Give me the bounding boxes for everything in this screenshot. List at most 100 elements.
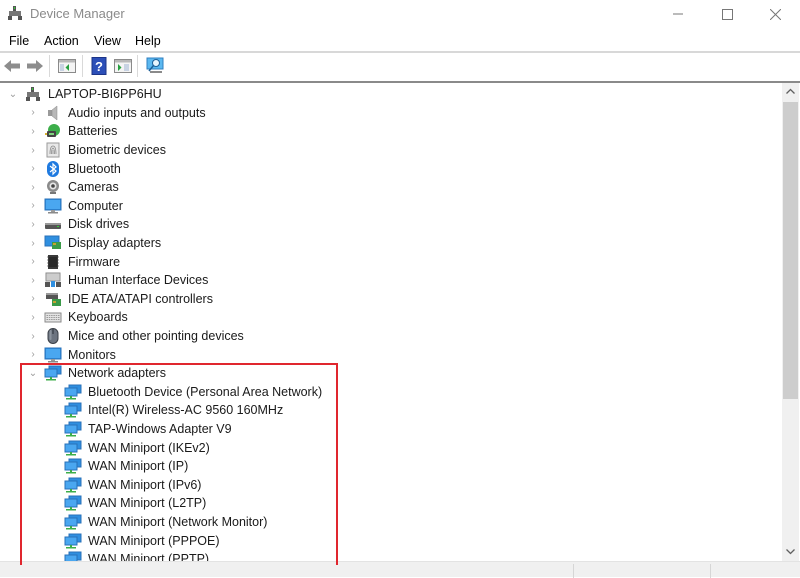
- scroll-up-button[interactable]: [782, 83, 799, 100]
- tree-category-label: Biometric devices: [68, 143, 166, 158]
- chevron-right-icon[interactable]: ›: [28, 107, 38, 118]
- tree-category[interactable]: › Computer: [28, 197, 123, 216]
- chevron-down-icon[interactable]: ⌄: [28, 368, 38, 379]
- network-adapter-label: Bluetooth Device (Personal Area Network): [88, 384, 323, 399]
- maximize-button[interactable]: [704, 0, 750, 28]
- action-pane-icon[interactable]: [113, 56, 133, 76]
- tree-root[interactable]: ⌄ LAPTOP-BI6PP6HU: [8, 85, 162, 104]
- chevron-right-icon[interactable]: ›: [28, 331, 38, 342]
- title-bar: Device Manager: [0, 0, 800, 28]
- network-adapter-icon: [64, 533, 82, 549]
- tree-category[interactable]: › Batteries: [28, 122, 117, 141]
- network-adapter-item[interactable]: WAN Miniport (L2TP): [64, 494, 206, 513]
- tree-category[interactable]: › IDE ATA/ATAPI controllers: [28, 290, 213, 309]
- network-adapter-icon: [64, 440, 82, 456]
- scan-hardware-icon[interactable]: [145, 56, 165, 76]
- disk-drive-icon: [45, 223, 61, 230]
- close-button[interactable]: [752, 0, 798, 28]
- vertical-scrollbar[interactable]: [782, 83, 799, 561]
- tree-category-label: Human Interface Devices: [68, 273, 209, 288]
- network-adapter-item[interactable]: Bluetooth Device (Personal Area Network): [64, 383, 322, 402]
- tree-category[interactable]: › Monitors: [28, 345, 116, 364]
- network-adapter-label: WAN Miniport (IKEv2): [88, 440, 210, 455]
- tree-category[interactable]: › Display adapters: [28, 234, 161, 253]
- status-separator: [710, 564, 711, 578]
- chevron-down-icon[interactable]: ⌄: [8, 89, 18, 100]
- tree-category-label: IDE ATA/ATAPI controllers: [68, 291, 213, 306]
- menu-action[interactable]: Action: [44, 34, 79, 48]
- back-arrow-icon[interactable]: [2, 56, 22, 76]
- tree-category-label: Monitors: [68, 347, 116, 362]
- tree-category[interactable]: › Mice and other pointing devices: [28, 327, 244, 346]
- chevron-right-icon[interactable]: ›: [28, 163, 38, 174]
- hid-icon: [45, 272, 61, 288]
- network-adapter-icon: [64, 551, 82, 561]
- network-adapter-icon: [64, 458, 82, 474]
- minimize-button[interactable]: [655, 0, 701, 28]
- menu-help[interactable]: Help: [135, 34, 161, 48]
- device-tree: ⌄ LAPTOP-BI6PP6HU › Audio inputs and outp…: [1, 83, 742, 561]
- tree-category-label: Display adapters: [68, 236, 162, 251]
- tree-category-label: Disk drives: [68, 217, 130, 232]
- chevron-right-icon[interactable]: ›: [28, 312, 38, 323]
- computer-icon: [44, 198, 62, 214]
- scroll-thumb[interactable]: [783, 102, 798, 399]
- network-adapter-item[interactable]: WAN Miniport (PPPOE): [64, 531, 220, 550]
- network-adapter-item[interactable]: WAN Miniport (IKEv2): [64, 438, 210, 457]
- network-adapter-item[interactable]: WAN Miniport (IP): [64, 457, 188, 476]
- battery-icon: [45, 124, 60, 138]
- network-adapter-item[interactable]: Intel(R) Wireless-AC 9560 160MHz: [64, 401, 283, 420]
- tree-category-label: Bluetooth: [68, 161, 121, 176]
- tree-category[interactable]: › Biometric devices: [28, 141, 166, 160]
- display-adapter-icon: [44, 235, 61, 250]
- chevron-right-icon[interactable]: ›: [28, 349, 38, 360]
- fingerprint-icon: [46, 142, 60, 158]
- network-adapter-icon: [64, 384, 82, 400]
- tree-category[interactable]: › Firmware: [28, 252, 120, 271]
- tree-category[interactable]: › Human Interface Devices: [28, 271, 208, 290]
- network-adapter-label: TAP-Windows Adapter V9: [88, 422, 232, 437]
- help-icon[interactable]: ?: [89, 56, 109, 76]
- chevron-right-icon[interactable]: ›: [28, 145, 38, 156]
- network-adapter-icon: [64, 402, 82, 418]
- chevron-right-icon[interactable]: ›: [28, 293, 38, 304]
- chevron-right-icon[interactable]: ›: [28, 275, 38, 286]
- network-adapter-icon: [44, 365, 62, 381]
- forward-arrow-icon[interactable]: [25, 56, 45, 76]
- show-hide-console-tree-icon[interactable]: [57, 56, 77, 76]
- maximize-icon: [721, 8, 733, 20]
- tree-category[interactable]: › Keyboards: [28, 308, 127, 327]
- tree-category[interactable]: ⌄ Network adapters: [28, 364, 166, 383]
- menu-view[interactable]: View: [94, 34, 121, 48]
- tree-root-label: LAPTOP-BI6PP6HU: [48, 87, 162, 102]
- network-adapter-item[interactable]: WAN Miniport (Network Monitor): [64, 513, 267, 532]
- status-bar: [0, 561, 800, 578]
- menu-file[interactable]: File: [9, 34, 29, 48]
- tree-category[interactable]: › Cameras: [28, 178, 119, 197]
- monitor-icon: [44, 347, 62, 363]
- toolbar-separator: [137, 55, 138, 77]
- tree-category[interactable]: › Disk drives: [28, 215, 129, 234]
- network-adapter-item[interactable]: TAP-Windows Adapter V9: [64, 420, 232, 439]
- mouse-icon: [47, 328, 59, 345]
- chevron-right-icon[interactable]: ›: [28, 256, 38, 267]
- tree-category-label: Firmware: [68, 254, 121, 269]
- chevron-right-icon[interactable]: ›: [28, 182, 38, 193]
- tree-category[interactable]: › Bluetooth: [28, 159, 121, 178]
- ide-controller-icon: [46, 292, 61, 306]
- tree-category-label: Audio inputs and outputs: [68, 105, 206, 120]
- chevron-right-icon[interactable]: ›: [28, 126, 38, 137]
- scroll-down-button[interactable]: [782, 544, 799, 561]
- chevron-right-icon[interactable]: ›: [28, 238, 38, 249]
- chevron-right-icon[interactable]: ›: [28, 219, 38, 230]
- network-adapter-item[interactable]: WAN Miniport (IPv6): [64, 476, 201, 495]
- network-adapter-item[interactable]: WAN Miniport (PPTP): [64, 550, 209, 561]
- device-manager-app-icon: [8, 6, 22, 20]
- device-manager-window: Device Manager File Action View Help ? ⌄…: [0, 0, 800, 578]
- chevron-right-icon[interactable]: ›: [28, 200, 38, 211]
- tree-category-label: Cameras: [68, 180, 119, 195]
- chevron-down-icon: [786, 549, 795, 555]
- tree-category[interactable]: › Audio inputs and outputs: [28, 104, 206, 123]
- camera-icon: [47, 180, 59, 195]
- network-adapter-label: WAN Miniport (L2TP): [88, 496, 207, 511]
